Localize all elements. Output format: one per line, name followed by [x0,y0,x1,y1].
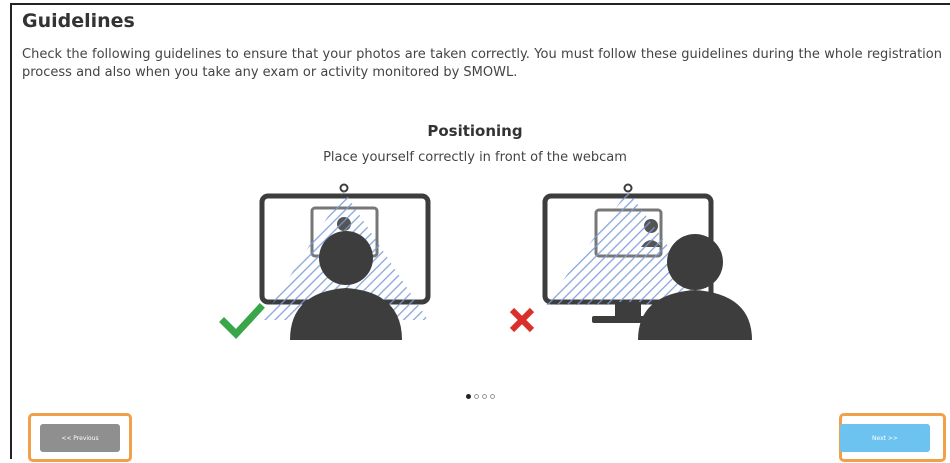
carousel-dot-2[interactable] [474,394,479,399]
carousel-dot-1[interactable] [466,394,471,399]
checkmark-icon [219,303,265,340]
person-icon [319,231,373,285]
webcam-icon [623,183,633,193]
next-button[interactable]: Next >> [840,424,930,452]
correct-example [219,183,431,340]
incorrect-example [509,183,752,340]
monitor-stand [615,302,641,318]
carousel-dot-4[interactable] [490,394,495,399]
carousel-pagination [466,394,495,399]
carousel-dot-3[interactable] [482,394,487,399]
webcam-icon [339,183,349,193]
previous-button[interactable]: << Previous [40,424,120,452]
cross-icon [509,307,535,333]
person-icon [667,234,723,290]
